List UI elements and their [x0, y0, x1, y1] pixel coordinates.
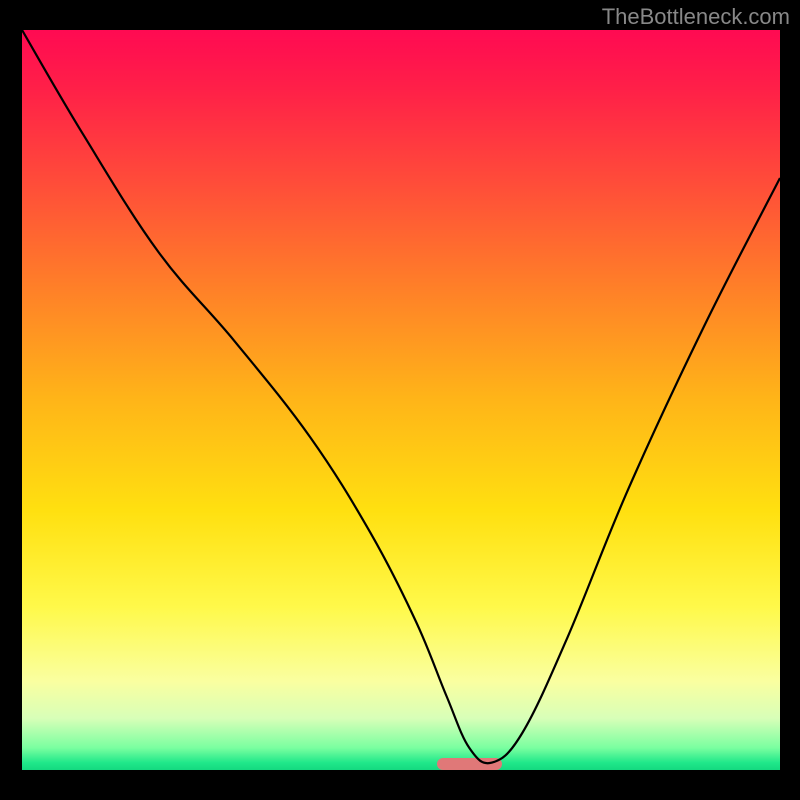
attribution-text: TheBottleneck.com	[602, 4, 790, 30]
chart-frame	[22, 30, 780, 770]
bottleneck-curve-line	[22, 30, 780, 770]
